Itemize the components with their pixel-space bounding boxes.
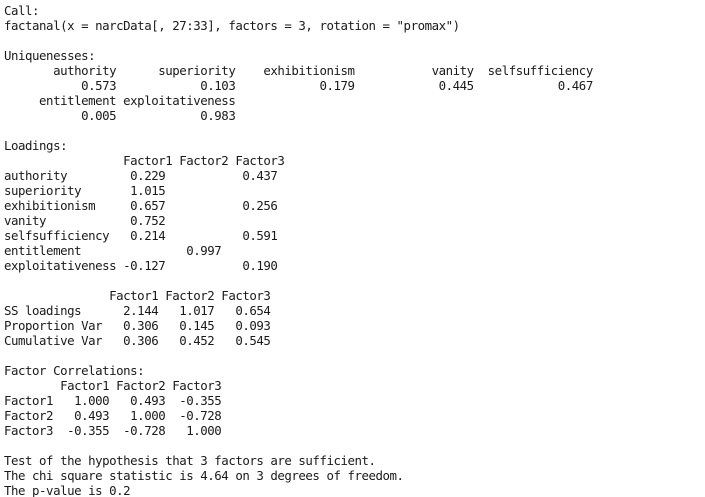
variance-column-header: Factor1 Factor2 Factor3 <box>4 288 271 303</box>
correlations-row: Factor3 -0.355 -0.728 1.000 <box>4 423 222 438</box>
call-header: Call: <box>4 3 40 18</box>
cumulative-var-row: Cumulative Var 0.306 0.452 0.545 <box>4 333 271 348</box>
correlations-column-header: Factor1 Factor2 Factor3 <box>4 378 222 393</box>
uniquenesses-values-row: 0.573 0.103 0.179 0.445 0.467 <box>4 78 593 93</box>
call-expression: factanal(x = narcData[, 27:33], factors … <box>4 18 460 33</box>
uniquenesses-header: Uniquenesses: <box>4 48 96 63</box>
factor-correlations-header: Factor Correlations: <box>4 363 145 378</box>
chi-square-line: The chi square statistic is 4.64 on 3 de… <box>4 468 404 483</box>
loadings-row: vanity 0.752 <box>4 213 285 228</box>
proportion-var-row: Proportion Var 0.306 0.145 0.093 <box>4 318 271 333</box>
loadings-row: authority 0.229 0.437 <box>4 168 285 183</box>
loadings-header: Loadings: <box>4 138 68 153</box>
p-value-line: The p-value is 0.2 <box>4 483 131 497</box>
loadings-column-header: Factor1 Factor2 Factor3 <box>4 153 285 168</box>
loadings-row: selfsufficiency 0.214 0.591 <box>4 228 285 243</box>
r-console-output[interactable]: Call: factanal(x = narcData[, 27:33], fa… <box>0 0 705 497</box>
hypothesis-test-line: Test of the hypothesis that 3 factors ar… <box>4 453 376 468</box>
correlations-row: Factor2 0.493 1.000 -0.728 <box>4 408 222 423</box>
uniquenesses-names-row: entitlement exploitativeness <box>4 93 236 108</box>
uniquenesses-names-row: authority superiority exhibitionism vani… <box>4 63 593 78</box>
uniquenesses-values-row: 0.005 0.983 <box>4 108 236 123</box>
ss-loadings-row: SS loadings 2.144 1.017 0.654 <box>4 303 271 318</box>
loadings-row: exhibitionism 0.657 0.256 <box>4 198 285 213</box>
loadings-row: entitlement 0.997 <box>4 243 285 258</box>
loadings-row: exploitativeness -0.127 0.190 <box>4 258 285 273</box>
correlations-row: Factor1 1.000 0.493 -0.355 <box>4 393 222 408</box>
loadings-row: superiority 1.015 <box>4 183 285 198</box>
